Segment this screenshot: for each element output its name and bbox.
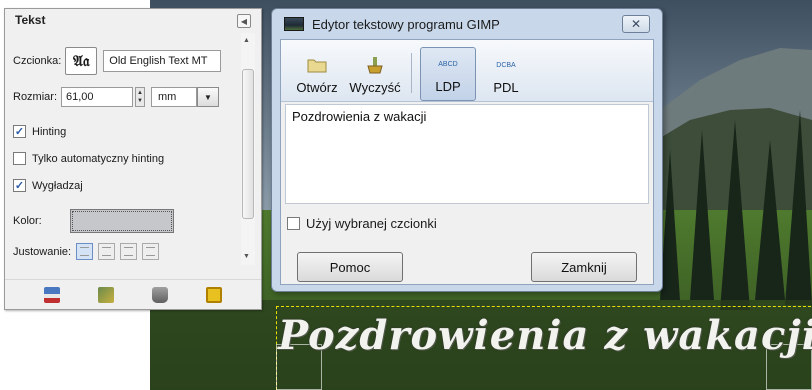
use-font-checkbox[interactable] — [287, 217, 300, 230]
editor-toolbar: Otwórz Wyczyść ABCD LDP DCBA PDL — [281, 40, 653, 102]
save-options-icon[interactable] — [44, 286, 60, 303]
font-row: Czcionka: 𝔄𝔞 Old English Text MT — [13, 47, 222, 75]
gimp-app-icon — [284, 17, 304, 31]
toolbar-separator — [411, 53, 412, 93]
auto-hinting-row[interactable]: Tylko automatyczny hinting — [13, 152, 164, 165]
scroll-up-icon[interactable]: ▲ — [243, 37, 250, 44]
close-button[interactable]: Zamknij — [531, 252, 637, 282]
justify-left-icon[interactable] — [76, 243, 94, 260]
hinting-label: Hinting — [32, 125, 67, 138]
smoothing-label: Wygładzaj — [32, 179, 83, 192]
justify-label: Justowanie: — [13, 245, 72, 258]
canvas-text-layer: Pozdrowienia z wakacji — [278, 312, 812, 359]
spin-down-icon[interactable]: ▼ — [137, 97, 143, 105]
reset-options-icon[interactable] — [206, 286, 222, 303]
use-font-label: Użyj wybranej czcionki — [306, 216, 437, 231]
rtl-label: PDL — [493, 80, 519, 95]
size-input[interactable]: 61,00 — [61, 87, 134, 107]
close-window-icon[interactable]: ✕ — [622, 15, 650, 33]
size-row: Rozmiar: 61,00 ▲ ▼ mm ▼ — [13, 87, 220, 107]
text-content-area[interactable]: Pozdrowienia z wakacji — [285, 104, 649, 204]
folder-icon — [306, 56, 328, 74]
open-label: Otwórz — [296, 80, 338, 95]
font-preview-button[interactable]: 𝔄𝔞 — [65, 47, 98, 75]
editor-client-area: Otwórz Wyczyść ABCD LDP DCBA PDL Pozdrow… — [280, 39, 654, 285]
panel-scrollbar[interactable]: ▲ ▼ — [241, 33, 255, 265]
hinting-row[interactable]: ✓ Hinting — [13, 125, 66, 138]
spin-up-icon[interactable]: ▲ — [137, 89, 143, 97]
text-tool-options-panel: Tekst ◀ Czcionka: 𝔄𝔞 Old English Text MT… — [4, 8, 262, 310]
editor-titlebar[interactable]: Edytor tekstowy programu GIMP — [272, 9, 662, 39]
clear-button[interactable]: Wyczyść — [347, 47, 403, 101]
font-label: Czcionka: — [13, 55, 62, 67]
unit-dropdown-icon[interactable]: ▼ — [197, 87, 220, 107]
unit-select[interactable]: mm — [151, 87, 198, 107]
size-label: Rozmiar: — [13, 91, 58, 103]
font-input[interactable]: Old English Text MT — [103, 50, 222, 72]
editor-title: Edytor tekstowy programu GIMP — [312, 16, 500, 32]
panel-title: Tekst — [15, 13, 46, 27]
ltr-direction-icon: ABCD — [438, 60, 458, 68]
ltr-button[interactable]: ABCD LDP — [420, 47, 476, 101]
justify-center-icon[interactable] — [120, 243, 138, 260]
color-row: Kolor: — [13, 209, 174, 233]
smoothing-checkbox[interactable]: ✓ — [13, 179, 26, 192]
help-button[interactable]: Pomoc — [297, 252, 403, 282]
panel-footer — [5, 279, 261, 309]
justify-row: Justowanie: — [13, 243, 160, 260]
auto-hinting-checkbox[interactable] — [13, 152, 26, 165]
delete-options-icon[interactable] — [152, 286, 168, 303]
size-spinner[interactable]: ▲ ▼ — [135, 87, 146, 107]
restore-options-icon[interactable] — [98, 286, 114, 303]
ltr-label: LDP — [435, 79, 461, 94]
justify-fill-icon[interactable] — [142, 243, 160, 260]
color-swatch-button[interactable] — [69, 209, 174, 233]
justify-right-icon[interactable] — [98, 243, 116, 260]
hinting-checkbox[interactable]: ✓ — [13, 125, 26, 138]
auto-hinting-label: Tylko automatyczny hinting — [32, 152, 165, 165]
scroll-thumb[interactable] — [242, 69, 254, 219]
text-editor-dialog: Edytor tekstowy programu GIMP ✕ Otwórz W… — [271, 8, 663, 292]
rtl-button[interactable]: DCBA PDL — [478, 47, 534, 101]
clear-label: Wyczyść — [349, 80, 401, 95]
panel-menu-icon[interactable]: ◀ — [237, 14, 251, 28]
color-label: Kolor: — [13, 215, 42, 227]
smoothing-row[interactable]: ✓ Wygładzaj — [13, 179, 83, 192]
use-font-row[interactable]: Użyj wybranej czcionki — [287, 216, 437, 231]
rtl-direction-icon: DCBA — [496, 61, 516, 69]
scroll-down-icon[interactable]: ▼ — [243, 253, 250, 260]
broom-icon — [364, 56, 386, 74]
open-button[interactable]: Otwórz — [289, 47, 345, 101]
